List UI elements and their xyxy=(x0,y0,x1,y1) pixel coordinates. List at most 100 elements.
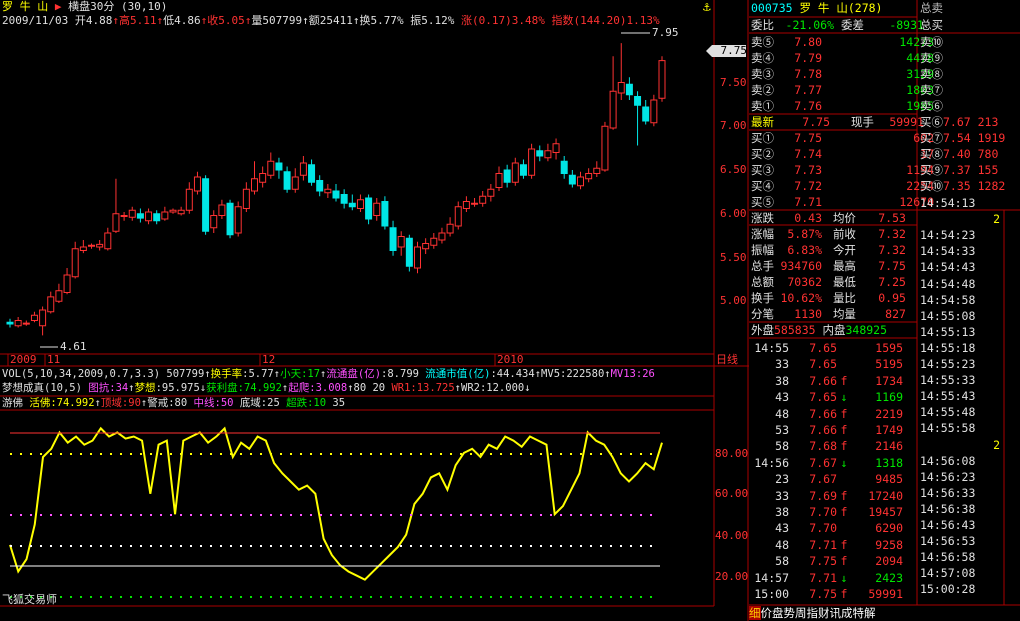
sell-row: 卖④ 7.79 4478 xyxy=(751,51,934,65)
sell-row: 卖⑤ 7.80 14273 xyxy=(751,35,934,49)
candle-body xyxy=(585,173,593,180)
candle-body xyxy=(120,215,128,217)
candle-body xyxy=(63,274,71,293)
dropdown-arrow-icon[interactable]: ▶ xyxy=(55,0,62,13)
price-axis-label: 5.00 xyxy=(720,294,747,308)
candle-body xyxy=(422,243,430,250)
dingyu: 顶域:90 xyxy=(100,397,141,409)
candle-body xyxy=(487,188,495,197)
info-date: 2009/11/03 xyxy=(2,14,69,27)
stock-name: 罗 牛 山 xyxy=(799,1,848,15)
stock-code: 000735 xyxy=(751,1,793,15)
sell-row: 卖③ 7.78 3129 xyxy=(751,67,934,81)
candle-body xyxy=(356,199,364,209)
dream-value: :95.975 xyxy=(155,382,200,394)
mkt-label: 流通市值(亿) xyxy=(425,368,491,380)
anchor-icon[interactable]: ⚓ xyxy=(703,0,711,15)
waipan-value: 585835 xyxy=(774,323,816,337)
candle-body xyxy=(389,227,397,251)
vol-value: 507799 xyxy=(166,368,205,380)
candle-body xyxy=(650,99,658,124)
time-row: 15:00:28 xyxy=(920,582,976,597)
tick-row: 43 7.70 6290 xyxy=(775,521,903,536)
tick-row: 38 7.66 f 1734 xyxy=(775,373,903,388)
buy-row: 买④ 7.72 2254 xyxy=(751,179,934,193)
time-row: 14:56:38 xyxy=(920,501,976,516)
turnover-label: 换手率 xyxy=(210,368,243,380)
weibi-value: -21.06% xyxy=(785,18,834,32)
time-row: 14:56:08 xyxy=(920,453,976,468)
jingjie: 警戒:80 xyxy=(147,397,188,409)
candle-body xyxy=(242,188,250,209)
info-change: 涨(0.17)3.48% xyxy=(460,14,545,27)
buy-row-2: 买⑩7.35 1282 xyxy=(920,179,1006,193)
diyu: 底域:25 xyxy=(239,397,280,409)
mv13: MV13:26 xyxy=(610,368,655,380)
candle-body xyxy=(210,215,218,229)
low-marker: 4.61 xyxy=(60,340,87,353)
candle-body xyxy=(128,209,136,218)
candle-body xyxy=(299,162,307,176)
info-close: 收5.05 xyxy=(207,14,245,27)
latest-price: 7.75 xyxy=(802,115,830,129)
tick-row: 48 7.71 f 9258 xyxy=(775,537,903,552)
candle-body xyxy=(234,206,242,234)
tick-row: 58 7.75 f 2094 xyxy=(775,554,903,569)
candle-body xyxy=(365,197,373,220)
tuchuang: 图抗:34 xyxy=(88,382,129,394)
candle-body xyxy=(251,178,258,192)
stat-row: 分笔 1130 均量 827 xyxy=(751,307,906,321)
sell-row: 卖② 7.77 1803 xyxy=(751,83,934,97)
time-row: 14:54:43 xyxy=(920,260,976,275)
candle-body xyxy=(308,164,316,183)
candle-body xyxy=(438,232,446,241)
candle-body xyxy=(348,202,356,208)
time-row: 14:55:23 xyxy=(920,357,976,371)
candle-body xyxy=(495,173,503,188)
time-row: 14:54:58 xyxy=(920,292,976,307)
candle-body xyxy=(560,160,568,174)
lower-axis-80: 80.00 xyxy=(715,447,749,460)
candle-body xyxy=(471,202,479,205)
main-chart[interactable] xyxy=(0,0,749,621)
candle-body xyxy=(55,290,63,302)
bottom-tabs[interactable]: 细价盘势周指财讯成特解 xyxy=(749,605,876,621)
candle-body xyxy=(218,204,226,216)
tick-row: 48 7.66 f 2219 xyxy=(775,406,903,421)
tick-row: 33 7.69 f 17240 xyxy=(775,488,903,503)
candle-body xyxy=(479,195,487,204)
buy-row: 买② 7.74 17 xyxy=(751,147,934,161)
candle-body xyxy=(601,125,609,171)
info-amplitude: 振5.12% xyxy=(410,14,455,27)
candle-body xyxy=(193,176,201,192)
bottom-tabs-rest[interactable]: 价盘势周指财讯成特解 xyxy=(761,606,876,620)
candle-body xyxy=(145,211,153,222)
candle-body xyxy=(259,173,267,183)
candle-body xyxy=(634,96,642,106)
candle-body xyxy=(528,148,536,176)
time-row: 14:55:43 xyxy=(920,389,976,404)
stock-name-extra: (278) xyxy=(847,1,883,15)
candle-body xyxy=(609,90,617,129)
candle-body xyxy=(544,150,552,159)
candle-body xyxy=(161,211,169,220)
candle-body xyxy=(267,160,275,176)
date-label-12: 12 xyxy=(262,353,276,366)
candle-body xyxy=(153,213,161,222)
candle-body xyxy=(185,188,193,211)
daily-label[interactable]: 日线 xyxy=(716,354,738,366)
candle-body xyxy=(503,169,511,183)
mkt-value: :44.434 xyxy=(490,368,535,380)
tick-row: 15:00 7.75 f 59991 xyxy=(754,587,903,601)
price-axis-label: 6.00 xyxy=(720,206,747,220)
info-open: 开4.88 xyxy=(74,14,113,27)
time-row: 14:55:13 xyxy=(920,324,976,339)
stat-row: 涨幅 5.87% 前收 7.32 xyxy=(751,227,906,241)
time-row: 14:54:13 xyxy=(920,196,976,210)
xiaotian: 小天:17 xyxy=(280,368,321,380)
candle-body xyxy=(22,322,30,325)
neipan-value: 348925 xyxy=(845,323,888,337)
tab-detail[interactable]: 细 xyxy=(749,606,761,620)
turnover-value: :5.77 xyxy=(242,368,274,380)
period-label[interactable]: 横盘30分 xyxy=(68,0,114,13)
